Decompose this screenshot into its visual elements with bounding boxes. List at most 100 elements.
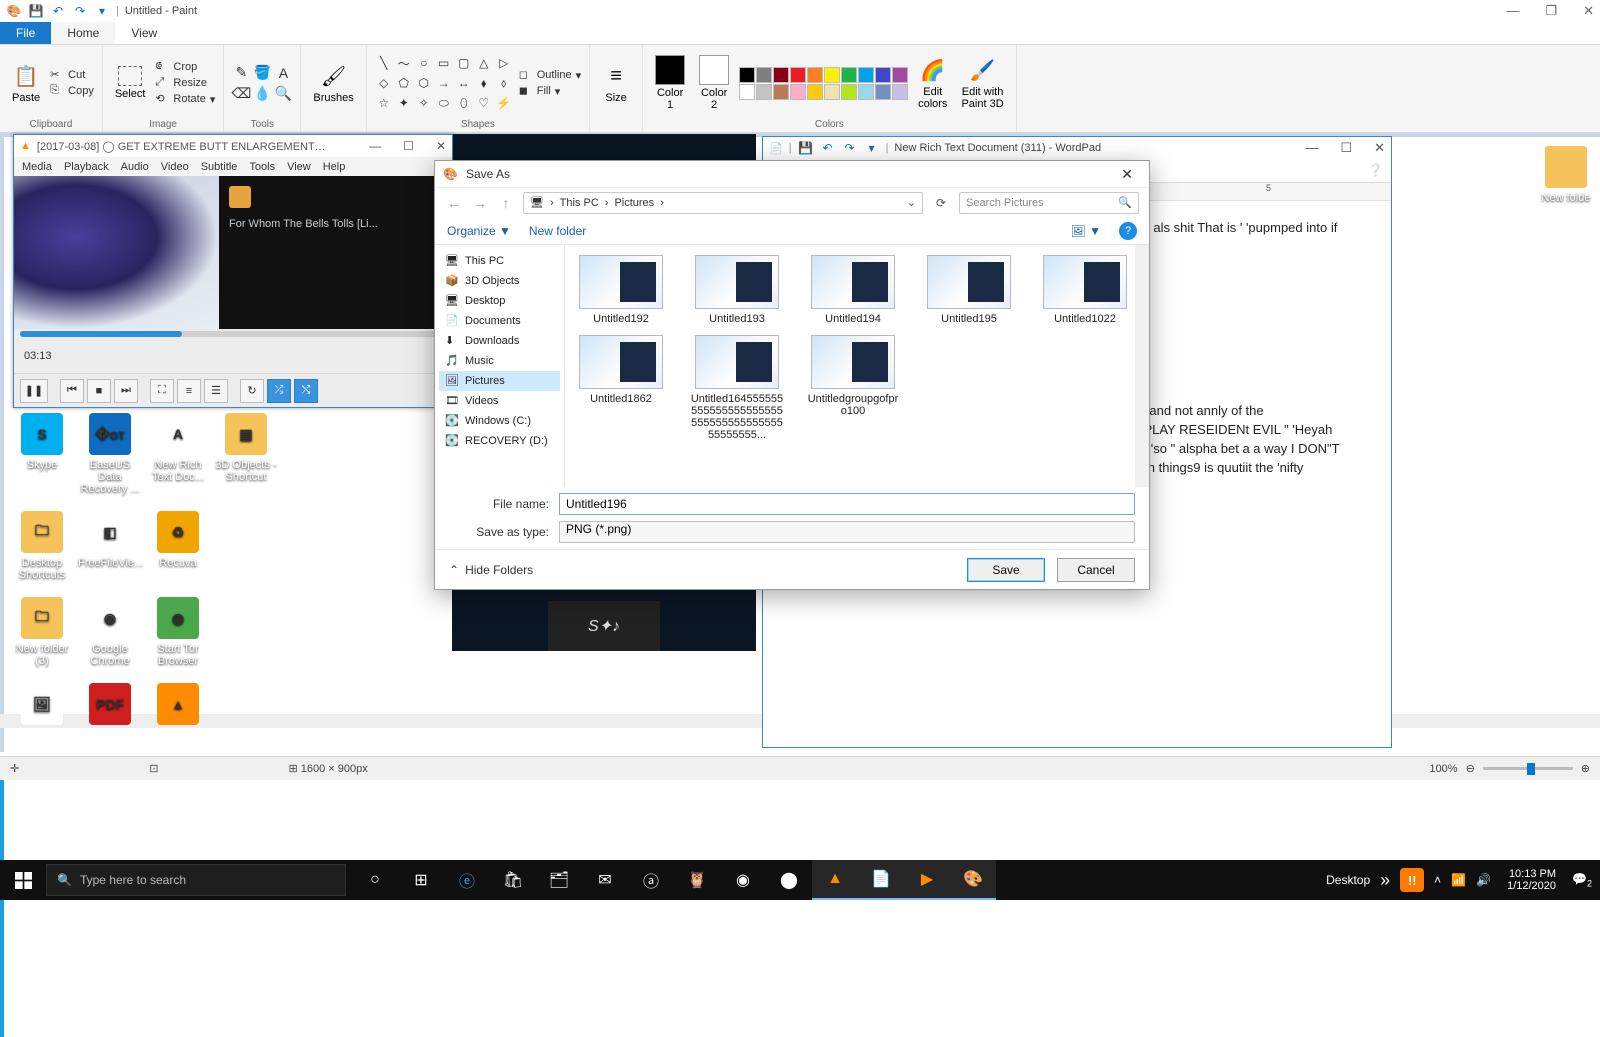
eraser-icon[interactable]: ⌫	[232, 85, 250, 103]
size-button[interactable]: ≡Size	[598, 60, 634, 106]
tray-notifications[interactable]: 💬2	[1572, 872, 1592, 888]
qat-redo-icon[interactable]: ↷	[72, 3, 88, 19]
desktop-icon[interactable]: �отEaseUS Data Recovery ...	[78, 413, 142, 495]
desktop-icon[interactable]: ANew Rich Text Doc...	[146, 413, 210, 495]
tb-edge[interactable]: ⓔ	[444, 860, 490, 900]
palette-swatch[interactable]	[858, 84, 874, 100]
edit-colors-button[interactable]: 🌈Edit colors	[914, 54, 951, 112]
tree-downloads[interactable]: ⬇Downloads	[439, 331, 560, 351]
tree-videos[interactable]: 🎞Videos	[439, 391, 560, 411]
wp-undo-icon[interactable]: ↶	[820, 140, 836, 156]
tray-chevron-up-icon[interactable]: ˄	[1434, 873, 1441, 887]
tb-explorer[interactable]: 🗂	[536, 860, 582, 900]
wp-minimize-button[interactable]: —	[1305, 140, 1318, 156]
tray-chevron[interactable]: »	[1380, 870, 1390, 891]
tb-taskview[interactable]: ⊞	[398, 860, 444, 900]
paste-button[interactable]: 📋Paste	[8, 60, 44, 106]
desktop-icon[interactable]: ◧FreeFileVie...	[78, 511, 142, 581]
vlc-maximize-button[interactable]: ☐	[403, 139, 414, 153]
vlc-menu-tools[interactable]: Tools	[249, 161, 275, 173]
cut-button[interactable]: ✂Cut	[50, 68, 94, 82]
shapes-gallery[interactable]: ╲〜○▭▢△▷ ◇⬠⬡→↔⬧⬨ ☆✦✧⬭⬯♡⚡	[375, 54, 513, 112]
wp-maximize-button[interactable]: ☐	[1340, 140, 1352, 156]
tb-obs[interactable]: ⬤	[766, 860, 812, 900]
tb-cortana[interactable]: ○	[352, 860, 398, 900]
palette-swatch[interactable]	[756, 67, 772, 83]
vlc-menu-media[interactable]: Media	[22, 161, 52, 173]
taskbar-search[interactable]: 🔍 Type here to search	[46, 864, 346, 896]
vlc-next-button[interactable]: ⏭	[114, 379, 138, 403]
tb-mail[interactable]: ✉	[582, 860, 628, 900]
vlc-seekbar[interactable]	[14, 329, 452, 339]
pencil-icon[interactable]: ✎	[232, 64, 250, 82]
paint-close-button[interactable]: ✕	[1583, 3, 1594, 19]
vlc-playlist-toggle[interactable]	[229, 186, 251, 208]
tree-desktop[interactable]: 🖥Desktop	[439, 291, 560, 311]
palette-swatch[interactable]	[773, 84, 789, 100]
paint-minimize-button[interactable]: —	[1506, 3, 1519, 19]
desktop-icon[interactable]: ♻Recuva	[146, 511, 210, 581]
palette-swatch[interactable]	[875, 84, 891, 100]
tb-chrome[interactable]: ◉	[720, 860, 766, 900]
tb-store[interactable]: 🛍	[490, 860, 536, 900]
refresh-button[interactable]: ⟳	[931, 196, 951, 210]
tree-pictures[interactable]: 🖼Pictures	[439, 371, 560, 391]
desktop-icon[interactable]: 🗀New folder (3)	[10, 597, 74, 667]
palette-swatch[interactable]	[875, 67, 891, 83]
file-thumb[interactable]: Untitled194	[805, 255, 901, 325]
wp-qat-more[interactable]: ▾	[864, 140, 880, 156]
tree-3d-objects[interactable]: 📦3D Objects	[439, 271, 560, 291]
vlc-video-area[interactable]	[14, 176, 219, 329]
start-button[interactable]	[0, 860, 46, 900]
nav-up-button[interactable]: ↑	[497, 195, 515, 211]
vlc-loop-button[interactable]: ↻	[240, 379, 264, 403]
palette-swatch[interactable]	[739, 67, 755, 83]
shape-outline-button[interactable]: ◻Outline ▾	[519, 68, 581, 82]
tab-file[interactable]: File	[0, 22, 51, 44]
desktop-icon[interactable]: 🗀Desktop Shortcuts	[10, 511, 74, 581]
saveas-file-grid[interactable]: Untitled192Untitled193Untitled194Untitle…	[565, 245, 1149, 487]
vlc-record-button[interactable]: ⤭	[294, 379, 318, 403]
palette-swatch[interactable]	[892, 67, 908, 83]
search-box[interactable]: Search Pictures 🔍	[959, 192, 1139, 214]
tb-wmp[interactable]: ▶	[904, 860, 950, 900]
palette-swatch[interactable]	[841, 84, 857, 100]
tb-tripadvisor[interactable]: 🦉	[674, 860, 720, 900]
file-thumb[interactable]: Untitled1862	[573, 335, 669, 441]
saveas-tree[interactable]: 🖥This PC📦3D Objects🖥Desktop📄Documents⬇Do…	[435, 245, 565, 487]
select-button[interactable]: Select	[111, 64, 150, 102]
filename-input[interactable]	[559, 493, 1135, 515]
palette-swatch[interactable]	[841, 67, 857, 83]
tb-wordpad[interactable]: 📄	[858, 860, 904, 900]
palette-swatch[interactable]	[892, 84, 908, 100]
brushes-button[interactable]: 🖌Brushes	[309, 60, 357, 106]
tb-vlc[interactable]: ▲	[812, 860, 858, 900]
resize-button[interactable]: ⤢Resize	[155, 76, 215, 90]
crop-button[interactable]: ⟃Crop	[155, 60, 215, 74]
vlc-menu-view[interactable]: View	[287, 161, 311, 173]
text-icon[interactable]: A	[274, 64, 292, 82]
palette-swatch[interactable]	[773, 67, 789, 83]
color-palette[interactable]	[739, 67, 908, 100]
palette-swatch[interactable]	[824, 67, 840, 83]
file-thumb[interactable]: Untitled192	[573, 255, 669, 325]
saveas-close-button[interactable]: ✕	[1113, 164, 1141, 185]
palette-swatch[interactable]	[807, 84, 823, 100]
paint-maximize-button[interactable]: ❐	[1545, 3, 1557, 19]
palette-swatch[interactable]	[824, 84, 840, 100]
qat-save-icon[interactable]: 💾	[28, 3, 44, 19]
qat-customize-icon[interactable]: ▾	[94, 3, 110, 19]
desktop-icon[interactable]: ◍Start Tor Browser	[146, 597, 210, 667]
palette-swatch[interactable]	[807, 67, 823, 83]
help-icon[interactable]: ?	[1119, 222, 1137, 240]
address-bar[interactable]: 🖥› This PC› Pictures› ⌄	[523, 192, 923, 214]
tab-view[interactable]: View	[115, 22, 173, 44]
organize-button[interactable]: Organize ▼	[447, 224, 511, 238]
tree-windows-c-[interactable]: 💽Windows (C:)	[439, 411, 560, 431]
cancel-button[interactable]: Cancel	[1057, 558, 1135, 582]
tools-grid[interactable]: ✎🪣A ⌫💧🔍	[232, 64, 292, 103]
tray-update-icon[interactable]: !!	[1400, 868, 1424, 892]
copy-button[interactable]: ⎘Copy	[50, 84, 94, 98]
save-button[interactable]: Save	[967, 558, 1045, 582]
file-thumb[interactable]: Untitled195	[921, 255, 1017, 325]
